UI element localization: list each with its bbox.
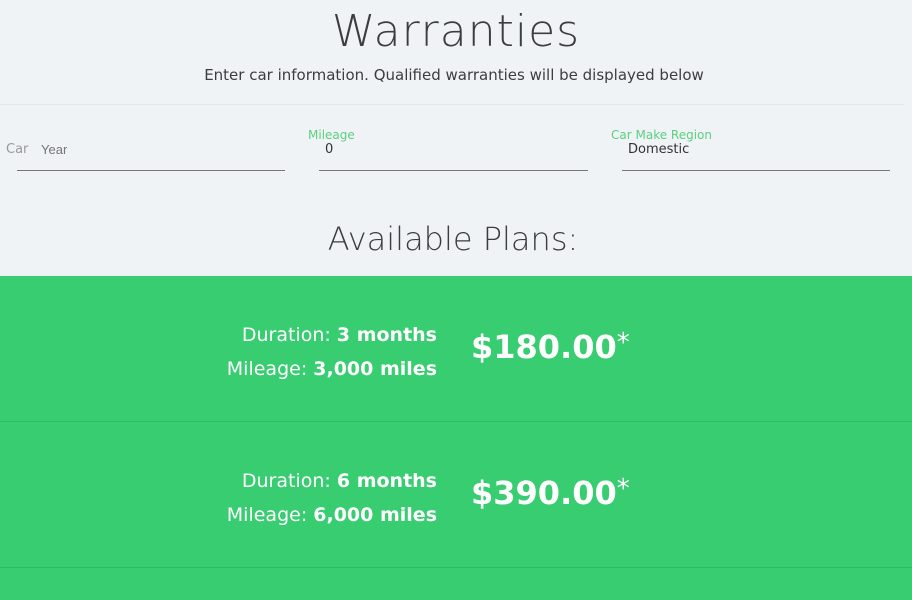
duration-label: Duration: [241,324,331,346]
car-year-input[interactable] [41,142,271,157]
plan-price: $180.00* [471,328,630,366]
plan-price: $390.00* [471,474,630,512]
price-asterisk: * [616,328,630,358]
price-asterisk: * [616,474,630,504]
price-value: $180.00 [471,328,617,366]
mileage-label: Mileage: [226,504,308,526]
region-select[interactable]: Domestic [628,142,689,157]
mileage-value: 3,000 miles [313,358,437,380]
mileage-value: 6,000 miles [313,504,437,526]
price-value: $390.00 [471,474,617,512]
region-label: Car Make Region [611,128,712,142]
mileage-label: Mileage: [226,358,308,380]
page-title: Warranties [331,6,581,57]
page-subtitle: Enter car information. Qualified warrant… [204,66,704,84]
divider [0,104,904,105]
plan-info: Duration: 6 months Mileage: 6,000 miles [227,464,437,532]
plan-row[interactable]: Duration: 3 months Mileage: 3,000 miles … [0,276,912,422]
plan-row[interactable]: Duration: 6 months Mileage: 6,000 miles … [0,422,912,568]
mileage-field[interactable]: Mileage 0 [308,120,588,171]
mileage-input[interactable]: 0 [325,142,333,157]
mileage-label: Mileage [308,128,355,142]
plan-info: Duration: 3 months Mileage: 3,000 miles [227,318,437,386]
plans-list: Duration: 3 months Mileage: 3,000 miles … [0,276,912,600]
car-year-field[interactable]: Car [6,120,285,171]
duration-value: 6 months [336,470,437,492]
plans-heading: Available Plans: [327,220,579,258]
duration-label: Duration: [241,470,331,492]
car-year-label: Car [6,142,29,157]
duration-value: 3 months [336,324,437,346]
region-field[interactable]: Car Make Region Domestic [611,120,890,171]
